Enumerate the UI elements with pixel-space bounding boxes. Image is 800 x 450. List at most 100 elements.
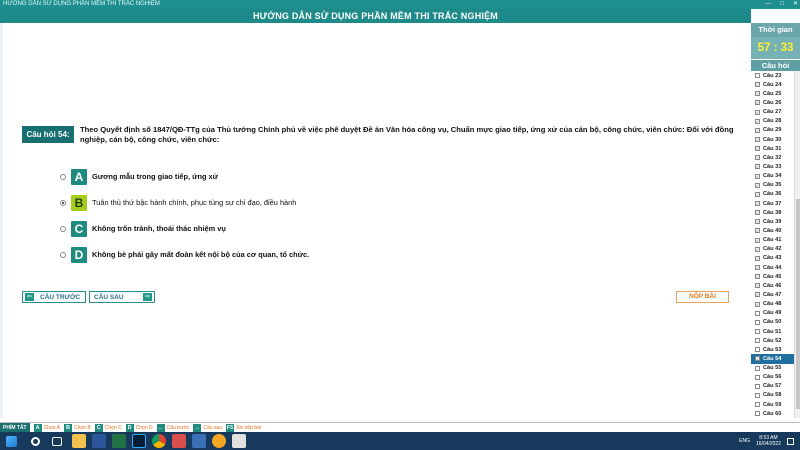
question-list-item[interactable]: Câu 53 <box>751 345 800 354</box>
answer-option-d[interactable]: D Không bè phái gây mất đoàn kết nội bộ … <box>60 246 309 263</box>
question-checkbox[interactable]: ✓ <box>755 237 760 243</box>
question-checkbox[interactable] <box>755 383 760 389</box>
question-checkbox[interactable] <box>755 347 760 353</box>
question-checkbox[interactable]: ✓ <box>755 191 760 197</box>
photoshop-icon[interactable] <box>132 434 146 448</box>
maximize-icon[interactable]: □ <box>780 0 784 9</box>
question-checkbox[interactable]: ✓ <box>755 292 760 298</box>
question-checkbox[interactable]: ✓ <box>755 109 760 115</box>
question-list-item[interactable]: ✓ Câu 48 <box>751 300 800 309</box>
answer-option-c[interactable]: C Không trốn tránh, thoái thác nhiệm vụ <box>60 220 226 237</box>
scroll-thumb[interactable] <box>796 199 800 409</box>
word-icon[interactable] <box>92 434 106 448</box>
question-checkbox[interactable] <box>755 310 760 316</box>
question-checkbox[interactable] <box>755 365 760 371</box>
question-checkbox[interactable]: ✓ <box>755 155 760 161</box>
file-explorer-icon[interactable] <box>72 434 86 448</box>
question-list-item[interactable]: ✓ Câu 40 <box>751 226 800 235</box>
next-question-button[interactable]: CÂU SAU ⇨ <box>89 291 155 303</box>
question-checkbox[interactable]: ✓ <box>755 246 760 252</box>
question-list-item[interactable]: ✓ Câu 54 <box>751 354 800 364</box>
search-icon[interactable] <box>31 436 40 446</box>
question-list-item[interactable]: Câu 51 <box>751 327 800 336</box>
task-view-icon[interactable] <box>52 436 62 446</box>
question-checkbox[interactable]: ✓ <box>755 210 760 216</box>
question-list-item[interactable]: ✓ Câu 35 <box>751 181 800 190</box>
clock[interactable]: 8:53 AM 16/04/2022 <box>756 435 781 447</box>
question-list-item[interactable]: ✓ Câu 36 <box>751 190 800 199</box>
question-list-item[interactable]: ✓ Câu 25 <box>751 89 800 98</box>
question-list-item[interactable]: ✓ Câu 32 <box>751 153 800 162</box>
answer-b-radio[interactable] <box>60 199 66 206</box>
question-checkbox[interactable]: ✓ <box>755 301 760 307</box>
question-list-item[interactable]: ✓ Câu 33 <box>751 162 800 171</box>
question-checkbox[interactable]: ✓ <box>755 82 760 88</box>
question-checkbox[interactable]: ✓ <box>755 255 760 261</box>
close-icon[interactable]: ✕ <box>793 0 798 9</box>
question-list-item[interactable]: Câu 23 <box>751 71 800 80</box>
question-list-item[interactable]: Câu 59 <box>751 400 800 409</box>
question-list-item[interactable]: Câu 58 <box>751 391 800 400</box>
question-list-item[interactable]: Câu 49 <box>751 309 800 318</box>
chrome-icon[interactable] <box>152 434 166 448</box>
question-checkbox[interactable]: ✓ <box>755 118 760 124</box>
submit-button[interactable]: NỘP BÀI <box>676 291 729 303</box>
question-checkbox[interactable]: ✓ <box>755 283 760 289</box>
question-checkbox[interactable] <box>755 338 760 344</box>
question-list-item[interactable]: ✓ Câu 37 <box>751 199 800 208</box>
question-list-item[interactable]: Câu 56 <box>751 373 800 382</box>
question-checkbox[interactable]: ✓ <box>755 146 760 152</box>
question-checkbox[interactable]: ✓ <box>755 164 760 170</box>
answer-option-b[interactable]: B Tuân thủ thứ bậc hành chính, phục tùng… <box>60 194 296 211</box>
question-checkbox[interactable]: ✓ <box>755 127 760 133</box>
question-checkbox[interactable] <box>755 374 760 380</box>
question-list-item[interactable]: ✓ Câu 27 <box>751 108 800 117</box>
question-list-item[interactable]: ✓ Câu 29 <box>751 126 800 135</box>
question-list-item[interactable]: ✓ Câu 31 <box>751 144 800 153</box>
language-indicator[interactable]: ENG <box>739 438 750 444</box>
question-list-item[interactable]: Câu 60 <box>751 409 800 418</box>
question-list-item[interactable]: ✓ Câu 43 <box>751 254 800 263</box>
question-list-item[interactable]: Câu 55 <box>751 364 800 373</box>
question-list-scrollbar[interactable] <box>794 71 800 418</box>
question-list-item[interactable]: ✓ Câu 45 <box>751 272 800 281</box>
question-list-item[interactable]: ✓ Câu 39 <box>751 217 800 226</box>
question-checkbox[interactable]: ✓ <box>755 100 760 106</box>
question-list-item[interactable]: ✓ Câu 44 <box>751 263 800 272</box>
question-checkbox[interactable]: ✓ <box>755 91 760 97</box>
app-icon-3[interactable] <box>232 434 246 448</box>
question-list-item[interactable]: ✓ Câu 41 <box>751 236 800 245</box>
question-checkbox[interactable] <box>755 73 760 79</box>
answer-c-text[interactable]: Không trốn tránh, thoái thác nhiệm vụ <box>92 224 226 233</box>
prev-question-button[interactable]: ⇦ CÂU TRƯỚC <box>22 291 86 303</box>
question-list-item[interactable]: ✓ Câu 46 <box>751 281 800 290</box>
app-icon[interactable] <box>192 434 206 448</box>
question-list-item[interactable]: Câu 57 <box>751 382 800 391</box>
question-checkbox[interactable]: ✓ <box>755 228 760 234</box>
question-checkbox[interactable]: ✓ <box>755 137 760 143</box>
question-checkbox[interactable]: ✓ <box>755 219 760 225</box>
question-checkbox[interactable]: ✓ <box>755 265 760 271</box>
question-checkbox[interactable] <box>755 319 760 325</box>
exam-app-icon[interactable] <box>172 434 186 448</box>
answer-a-text[interactable]: Gương mẫu trong giao tiếp, ứng xử <box>92 172 218 181</box>
answer-d-text[interactable]: Không bè phái gây mất đoàn kết nội bộ củ… <box>92 250 309 259</box>
question-checkbox[interactable]: ✓ <box>755 173 760 179</box>
question-checkbox[interactable] <box>755 402 760 408</box>
answer-b-text[interactable]: Tuân thủ thứ bậc hành chính, phục tùng s… <box>92 198 296 207</box>
question-list-item[interactable]: ✓ Câu 38 <box>751 208 800 217</box>
question-list-item[interactable]: ✓ Câu 28 <box>751 117 800 126</box>
answer-a-letter[interactable]: A <box>71 168 87 185</box>
question-checkbox[interactable]: ✓ <box>755 201 760 207</box>
app-icon-2[interactable] <box>212 434 226 448</box>
question-checkbox[interactable] <box>755 329 760 334</box>
question-list-item[interactable]: Câu 52 <box>751 336 800 345</box>
question-list-item[interactable]: ✓ Câu 34 <box>751 172 800 181</box>
question-list-item[interactable]: ✓ Câu 42 <box>751 245 800 254</box>
question-checkbox[interactable] <box>755 411 760 417</box>
question-list-item[interactable]: Câu 50 <box>751 318 800 327</box>
answer-option-a[interactable]: A Gương mẫu trong giao tiếp, ứng xử <box>60 168 218 185</box>
answer-c-radio[interactable] <box>60 225 66 232</box>
answer-a-radio[interactable] <box>60 173 66 180</box>
minimize-icon[interactable]: — <box>765 0 771 9</box>
